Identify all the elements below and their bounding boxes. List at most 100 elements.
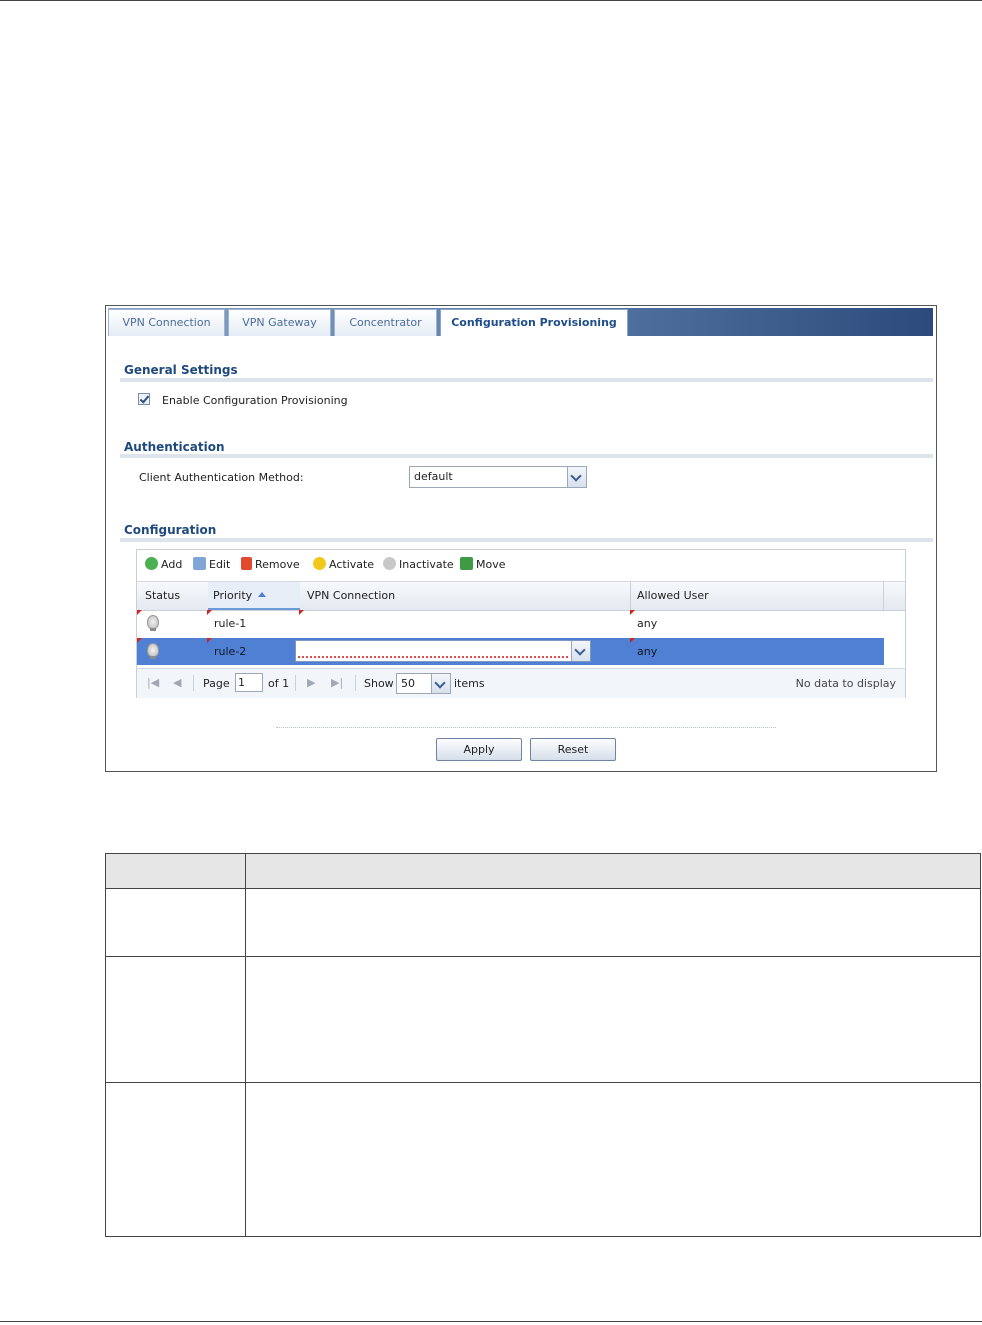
grid-toolbar: Add Edit Remove Activate Inactivate Move bbox=[137, 550, 905, 581]
column-divider bbox=[883, 582, 884, 610]
lightbulb-off-icon bbox=[383, 557, 396, 570]
client-auth-method-value: default bbox=[414, 470, 453, 483]
chevron-down-icon bbox=[434, 677, 446, 689]
grid-header: Status Priority VPN Connection Allowed U… bbox=[137, 581, 905, 611]
column-header-vpn-connection[interactable]: VPN Connection bbox=[307, 589, 395, 602]
modified-marker bbox=[299, 610, 304, 615]
priority-cell: rule-1 bbox=[214, 617, 247, 630]
chevron-down-icon bbox=[574, 644, 586, 656]
page-number-input[interactable]: 1 bbox=[235, 673, 263, 692]
modified-marker bbox=[207, 638, 212, 643]
column-header-allowed-user[interactable]: Allowed User bbox=[637, 589, 709, 602]
sort-ascending-icon bbox=[258, 592, 266, 597]
general-settings-title: General Settings bbox=[124, 363, 238, 377]
pager-separator bbox=[193, 675, 194, 691]
move-icon bbox=[460, 557, 473, 570]
tab-vpn-gateway[interactable]: VPN Gateway bbox=[228, 309, 331, 336]
section-divider bbox=[120, 454, 933, 458]
authentication-title: Authentication bbox=[124, 440, 225, 454]
table-row bbox=[105, 888, 981, 957]
page-bottom-rule bbox=[0, 1321, 982, 1322]
tab-vpn-connection[interactable]: VPN Connection bbox=[108, 309, 225, 336]
dropdown-button[interactable] bbox=[567, 467, 586, 487]
next-page-icon[interactable]: ▶ bbox=[307, 676, 315, 689]
client-auth-method-label: Client Authentication Method: bbox=[139, 471, 304, 484]
last-page-icon[interactable]: ▶| bbox=[331, 676, 343, 689]
button-divider bbox=[276, 727, 776, 728]
trash-icon bbox=[241, 557, 252, 570]
screenshot-frame: VPN Connection VPN Gateway Concentrator … bbox=[105, 305, 937, 772]
configuration-title: Configuration bbox=[124, 523, 217, 537]
tab-bar: VPN Connection VPN Gateway Concentrator … bbox=[108, 308, 933, 336]
page-size-select[interactable]: 50 bbox=[396, 673, 451, 694]
previous-page-icon[interactable]: ◀ bbox=[173, 676, 181, 689]
table-cell bbox=[245, 888, 981, 957]
table-row[interactable]: rule-1 any bbox=[137, 610, 884, 637]
enable-provisioning-label: Enable Configuration Provisioning bbox=[162, 394, 348, 407]
lightbulb-on-icon bbox=[313, 557, 326, 570]
inactivate-label: Inactivate bbox=[399, 558, 454, 571]
client-auth-method-select[interactable]: default bbox=[409, 466, 587, 488]
table-cell bbox=[245, 956, 981, 1083]
lightbulb-off-icon bbox=[147, 643, 159, 659]
first-page-icon[interactable]: |◀ bbox=[147, 676, 159, 689]
column-header-status[interactable]: Status bbox=[145, 589, 180, 602]
section-divider bbox=[120, 378, 933, 382]
apply-button[interactable]: Apply bbox=[436, 738, 522, 761]
add-icon bbox=[145, 557, 158, 570]
grid-pager: |◀ ◀ Page 1 of 1 ▶ ▶| Show 50 items No d… bbox=[137, 668, 905, 698]
items-label: items bbox=[454, 677, 485, 690]
page-size-value: 50 bbox=[401, 677, 415, 690]
configuration-grid: Add Edit Remove Activate Inactivate Move… bbox=[136, 549, 906, 698]
move-label: Move bbox=[476, 558, 506, 571]
column-divider bbox=[630, 582, 631, 610]
table-header-cell bbox=[105, 853, 246, 889]
priority-header-label: Priority bbox=[213, 589, 253, 602]
chevron-down-icon bbox=[570, 470, 582, 482]
show-label: Show bbox=[364, 677, 394, 690]
inactivate-button[interactable]: Inactivate bbox=[383, 557, 454, 571]
table-row-selected[interactable]: rule-2 any bbox=[137, 638, 884, 665]
allowed-user-cell: any bbox=[637, 617, 658, 630]
dropdown-button[interactable] bbox=[431, 674, 450, 693]
edit-label: Edit bbox=[209, 558, 231, 571]
no-data-message: No data to display bbox=[795, 677, 896, 690]
page-label: Page bbox=[203, 677, 230, 690]
allowed-user-cell: any bbox=[637, 645, 658, 658]
edit-icon bbox=[193, 557, 206, 570]
add-button[interactable]: Add bbox=[145, 557, 182, 571]
pager-separator bbox=[355, 675, 356, 691]
remove-button[interactable]: Remove bbox=[241, 557, 300, 571]
page-top-rule bbox=[0, 0, 982, 1]
add-label: Add bbox=[161, 558, 183, 571]
enable-provisioning-checkbox[interactable] bbox=[138, 393, 150, 405]
modified-marker bbox=[630, 610, 635, 615]
column-header-priority[interactable]: Priority bbox=[208, 582, 300, 610]
page-count-label: of 1 bbox=[268, 677, 290, 690]
move-button[interactable]: Move bbox=[460, 557, 506, 571]
modified-marker bbox=[207, 610, 212, 615]
modified-marker bbox=[137, 638, 142, 643]
reset-button[interactable]: Reset bbox=[530, 738, 616, 761]
tab-configuration-provisioning[interactable]: Configuration Provisioning bbox=[440, 309, 628, 336]
activate-button[interactable]: Activate bbox=[313, 557, 374, 571]
validation-error-underline bbox=[298, 654, 568, 658]
table-row bbox=[105, 956, 981, 1083]
table-cell bbox=[105, 1082, 246, 1237]
dropdown-button[interactable] bbox=[571, 641, 590, 661]
edit-button[interactable]: Edit bbox=[193, 557, 230, 571]
activate-label: Activate bbox=[329, 558, 375, 571]
table-cell bbox=[105, 888, 246, 957]
table-cell bbox=[245, 1082, 981, 1237]
pager-separator bbox=[295, 675, 296, 691]
table-row bbox=[105, 1082, 981, 1237]
modified-marker bbox=[137, 610, 142, 615]
section-divider bbox=[120, 538, 933, 542]
tab-concentrator[interactable]: Concentrator bbox=[334, 309, 437, 336]
table-cell bbox=[105, 956, 246, 1083]
modified-marker bbox=[630, 638, 635, 643]
table-header-cell bbox=[245, 853, 981, 889]
vpn-connection-select[interactable] bbox=[295, 640, 591, 662]
lightbulb-off-icon bbox=[147, 615, 159, 631]
description-table bbox=[105, 853, 981, 1237]
